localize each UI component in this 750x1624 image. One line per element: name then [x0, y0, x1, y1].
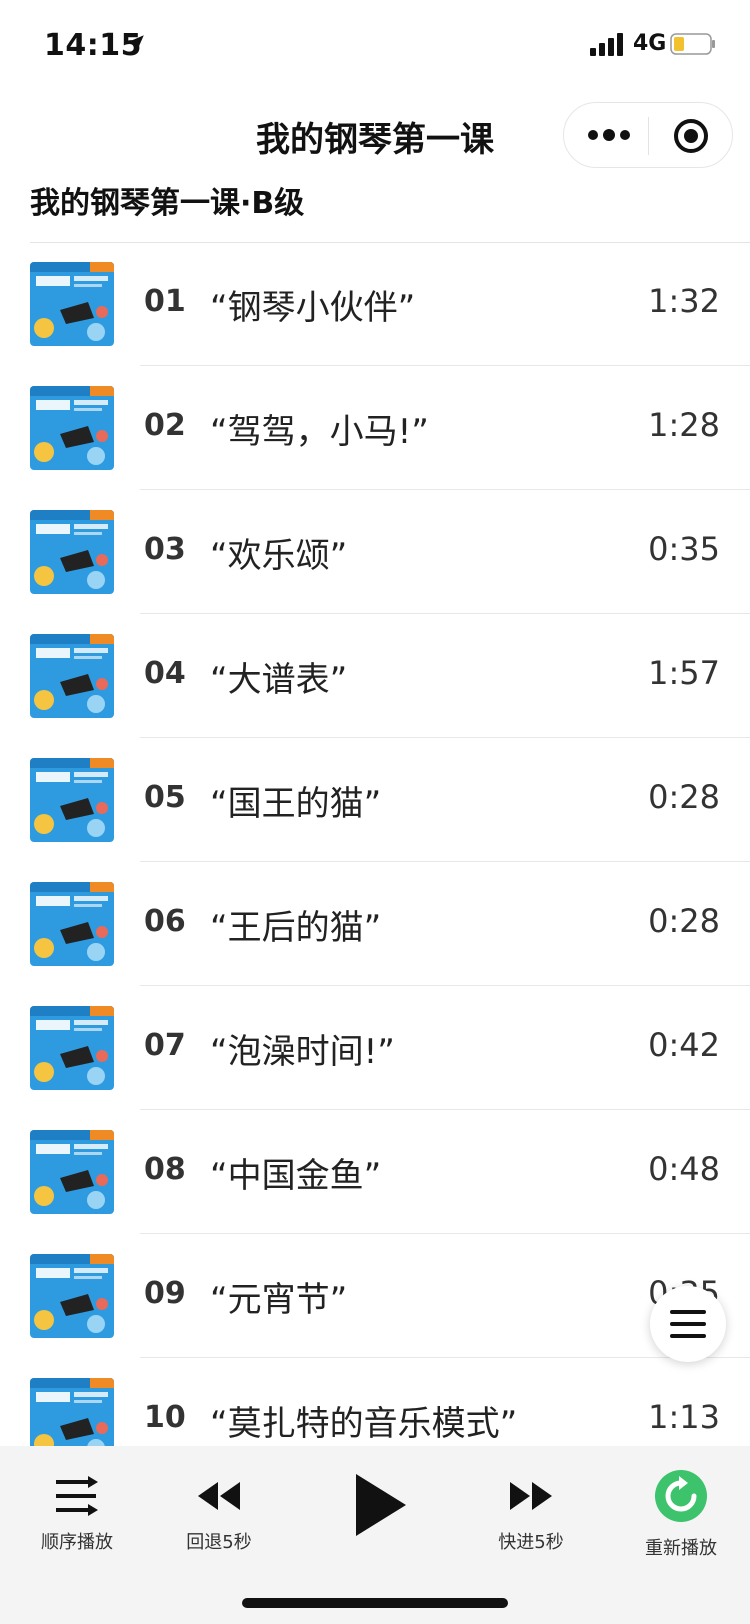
more-dots-icon[interactable]: [586, 121, 632, 149]
track-number: 07: [144, 1028, 186, 1063]
track-number: 04: [144, 656, 186, 691]
order-play-icon: [56, 1476, 98, 1516]
track-number: 01: [144, 284, 186, 319]
floating-menu-button[interactable]: [650, 1286, 726, 1362]
album-subtitle: 我的钢琴第一课·B级: [30, 186, 305, 221]
status-bar: 14:15 4G: [0, 0, 750, 92]
replay-button[interactable]: 重新播放: [626, 1470, 736, 1560]
order-play-label: 顺序播放: [41, 1532, 113, 1553]
track-title: “国王的猫”: [210, 784, 382, 824]
mini-program-capsule: [563, 102, 733, 168]
track-row[interactable]: 06 “王后的猫” 0:28: [0, 862, 750, 986]
track-title: “泡澡时间!”: [210, 1032, 395, 1072]
album-cover-thumbnail: [30, 634, 114, 718]
album-cover-thumbnail: [30, 386, 114, 470]
track-title: “钢琴小伙伴”: [210, 288, 416, 328]
track-list: 01 “钢琴小伙伴” 1:32 02 “驾驾，小马!” 1:28 03 “欢乐颂” 0:35 04…: [0, 242, 750, 1482]
track-duration: 1:13: [648, 1398, 720, 1436]
track-number: 06: [144, 904, 186, 939]
track-row[interactable]: 07 “泡澡时间!” 0:42: [0, 986, 750, 1110]
track-duration: 1:57: [648, 654, 720, 692]
track-title: “王后的猫”: [210, 908, 382, 948]
track-row[interactable]: 02 “驾驾，小马!” 1:28: [0, 366, 750, 490]
track-number: 03: [144, 532, 186, 567]
track-duration: 0:28: [648, 902, 720, 940]
track-duration: 1:32: [648, 282, 720, 320]
track-number: 10: [144, 1400, 186, 1435]
track-number: 09: [144, 1276, 186, 1311]
track-row[interactable]: 03 “欢乐颂” 0:35: [0, 490, 750, 614]
fast-forward-button[interactable]: 快进5秒: [476, 1476, 586, 1554]
track-duration: 0:48: [648, 1150, 720, 1188]
track-duration: 0:42: [648, 1026, 720, 1064]
track-title: “中国金鱼”: [210, 1156, 382, 1196]
battery-icon: [670, 33, 715, 55]
track-title: “欢乐颂”: [210, 536, 348, 576]
track-row[interactable]: 01 “钢琴小伙伴” 1:32: [0, 242, 750, 366]
track-row[interactable]: 08 “中国金鱼” 0:48: [0, 1110, 750, 1234]
track-number: 05: [144, 780, 186, 815]
track-duration: 1:28: [648, 406, 720, 444]
track-number: 02: [144, 408, 186, 443]
track-duration: 0:35: [648, 530, 720, 568]
album-cover-thumbnail: [30, 1006, 114, 1090]
album-cover-thumbnail: [30, 882, 114, 966]
menu-icon: [670, 1310, 706, 1338]
location-arrow-icon: [126, 35, 144, 53]
track-row[interactable]: 05 “国王的猫” 0:28: [0, 738, 750, 862]
album-cover-thumbnail: [30, 758, 114, 842]
replay-label: 重新播放: [645, 1538, 717, 1559]
fast-forward-icon: [510, 1482, 552, 1510]
album-cover-thumbnail: [30, 262, 114, 346]
signal-icon: [590, 33, 623, 56]
track-title: “莫扎特的音乐模式”: [210, 1404, 518, 1444]
track-row[interactable]: 04 “大谱表” 1:57: [0, 614, 750, 738]
track-title: “驾驾，小马!”: [210, 412, 429, 452]
home-indicator: [242, 1598, 508, 1608]
rewind-icon: [198, 1482, 240, 1510]
track-number: 08: [144, 1152, 186, 1187]
album-cover-thumbnail: [30, 1254, 114, 1338]
order-play-button[interactable]: 顺序播放: [22, 1476, 132, 1554]
track-duration: 0:28: [648, 778, 720, 816]
track-title: “大谱表”: [210, 660, 348, 700]
fast-forward-label: 快进5秒: [498, 1532, 564, 1553]
play-icon[interactable]: [352, 1472, 408, 1538]
rewind-button[interactable]: 回退5秒: [164, 1476, 274, 1554]
capsule-divider: [648, 117, 649, 155]
album-cover-thumbnail: [30, 1130, 114, 1214]
track-title: “元宵节”: [210, 1280, 348, 1320]
network-type: 4G: [633, 31, 667, 56]
track-row[interactable]: 09“元宵节”0:35: [0, 1234, 750, 1358]
album-cover-thumbnail: [30, 510, 114, 594]
target-icon[interactable]: [672, 117, 710, 155]
rewind-label: 回退5秒: [186, 1532, 252, 1553]
replay-icon: [655, 1470, 707, 1522]
